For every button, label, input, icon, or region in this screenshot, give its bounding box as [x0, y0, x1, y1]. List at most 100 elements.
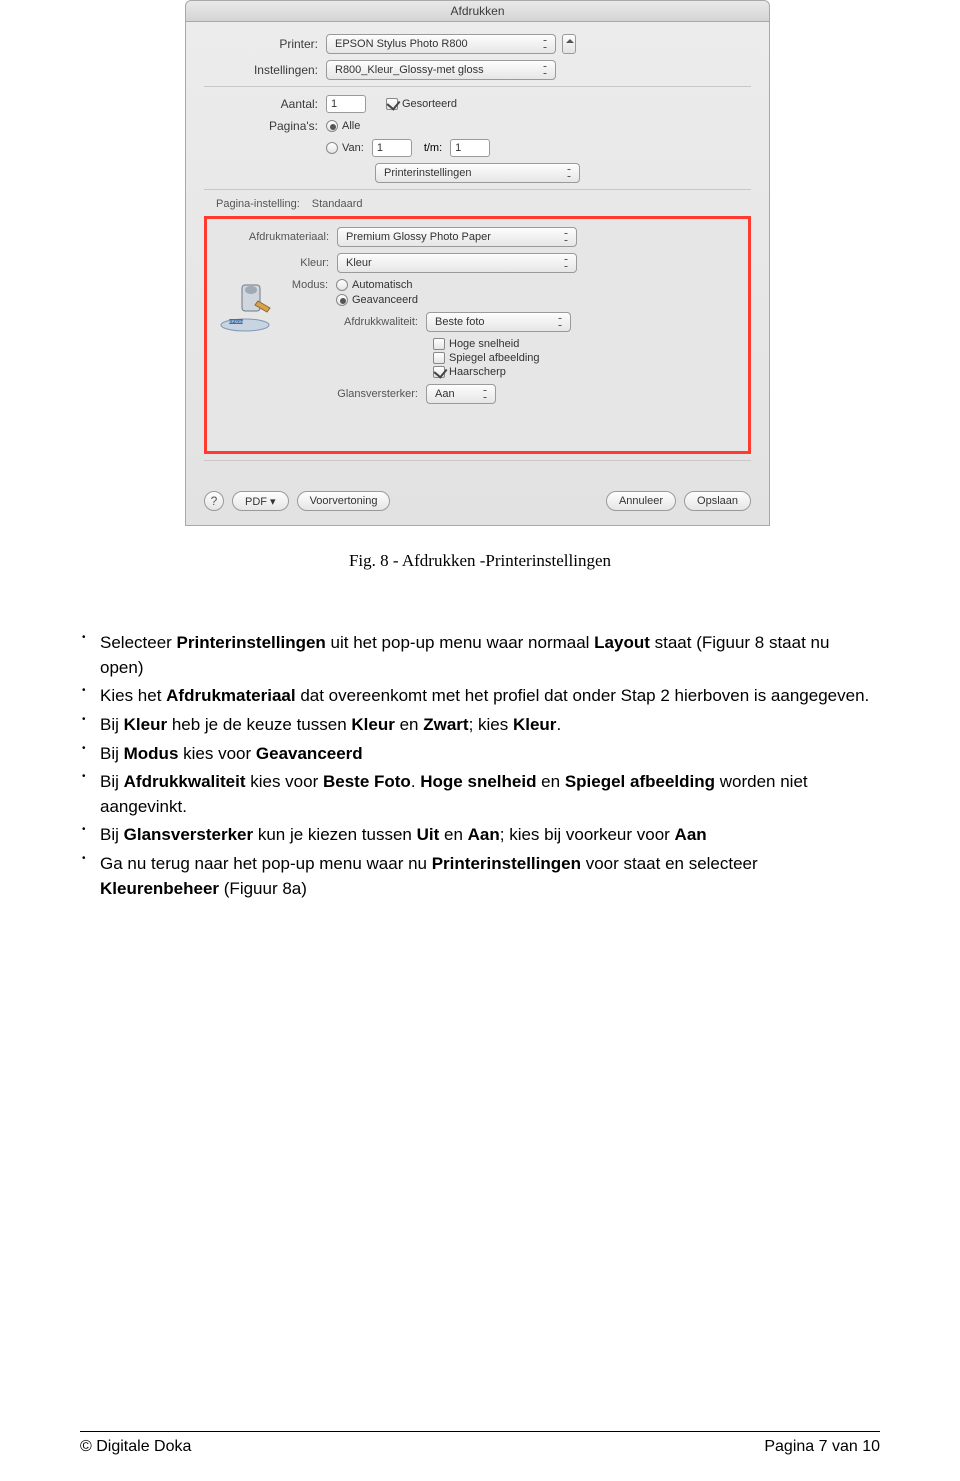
highspeed-label: Hoge snelheid — [449, 338, 519, 350]
dialog-title: Afdrukken — [450, 4, 504, 18]
pages-all-radio[interactable]: Alle — [326, 120, 360, 132]
gloss-value: Aan — [435, 388, 455, 400]
mirror-label: Spiegel afbeelding — [449, 352, 540, 364]
list-item: Ga nu terug naar het pop-up menu waar nu… — [100, 852, 875, 901]
t: en — [439, 825, 467, 844]
mirror-checkbox[interactable]: Spiegel afbeelding — [433, 352, 540, 364]
list-item: Bij Glansversterker kun je kiezen tussen… — [100, 823, 875, 848]
preview-button[interactable]: Voorvertoning — [297, 491, 391, 511]
figure-caption: Fig. 8 - Afdrukken -Printerinstellingen — [40, 551, 920, 571]
cancel-label: Annuleer — [619, 495, 663, 507]
t: Modus — [124, 744, 179, 763]
t: Afdrukkwaliteit — [124, 772, 246, 791]
settings-value: R800_Kleur_Glossy-met gloss — [335, 64, 484, 76]
section-popup[interactable]: Printerinstellingen — [375, 163, 580, 183]
t: Bij — [100, 715, 124, 734]
printer-value: EPSON Stylus Photo R800 — [335, 38, 468, 50]
t: kies voor — [245, 772, 322, 791]
radio-icon — [336, 279, 348, 291]
quality-popup[interactable]: Beste foto — [426, 312, 571, 332]
settings-popup[interactable]: R800_Kleur_Glossy-met gloss — [326, 60, 556, 80]
radio-icon — [336, 294, 348, 306]
highlight-panel: Afdrukmateriaal: Premium Glossy Photo Pa… — [204, 216, 751, 454]
from-input[interactable]: 1 — [372, 139, 412, 157]
to-label: t/m: — [424, 142, 442, 154]
t: Kleur — [124, 715, 167, 734]
t: en — [395, 715, 423, 734]
color-label: Kleur: — [217, 257, 337, 269]
check-icon — [433, 338, 445, 350]
t: Kleur — [513, 715, 556, 734]
mode-adv-radio[interactable]: Geavanceerd — [336, 294, 418, 306]
t: heb je de keuze tussen — [167, 715, 351, 734]
instruction-list: Selecteer Printerinstellingen uit het po… — [40, 631, 920, 901]
t: Bij — [100, 744, 124, 763]
save-button[interactable]: Opslaan — [684, 491, 751, 511]
t: (Figuur 8a) — [219, 879, 307, 898]
check-icon — [433, 352, 445, 364]
t: . — [411, 772, 420, 791]
list-item: Kies het Afdrukmateriaal dat overeenkomt… — [100, 684, 875, 709]
footer-left: © Digitale Doka — [80, 1438, 191, 1456]
section-value: Printerinstellingen — [384, 167, 471, 179]
t: Zwart — [423, 715, 468, 734]
cancel-button[interactable]: Annuleer — [606, 491, 676, 511]
page-footer: © Digitale Doka Pagina 7 van 10 — [80, 1431, 880, 1456]
count-value: 1 — [331, 98, 337, 110]
t: Glansversterker — [124, 825, 253, 844]
printer-popup[interactable]: EPSON Stylus Photo R800 — [326, 34, 556, 54]
t: uit het pop-up menu waar normaal — [326, 633, 594, 652]
preview-label: Voorvertoning — [310, 495, 378, 507]
radio-icon — [326, 120, 338, 132]
print-dialog: Afdrukken Printer: EPSON Stylus Photo R8… — [185, 0, 770, 526]
t: Printerinstellingen — [177, 633, 326, 652]
gloss-label: Glansversterker: — [281, 388, 426, 400]
count-input[interactable]: 1 — [326, 95, 366, 113]
t: voor staat en selecteer — [581, 854, 758, 873]
t: Afdrukmateriaal — [166, 686, 295, 705]
dialog-body: Printer: EPSON Stylus Photo R800 Instell… — [185, 22, 770, 526]
gloss-popup[interactable]: Aan — [426, 384, 496, 404]
material-label: Afdrukmateriaal: — [217, 231, 337, 243]
pages-from-label: Van: — [342, 142, 364, 154]
material-popup[interactable]: Premium Glossy Photo Paper — [337, 227, 577, 247]
sorted-checkbox[interactable]: Gesorteerd — [386, 98, 457, 110]
t: dat overeenkomt met het profiel dat onde… — [296, 686, 870, 705]
list-item: Bij Afdrukkwaliteit kies voor Beste Foto… — [100, 770, 875, 819]
highspeed-checkbox[interactable]: Hoge snelheid — [433, 338, 519, 350]
t: Ga nu terug naar het pop-up menu waar nu — [100, 854, 432, 873]
t: Spiegel afbeelding — [565, 772, 715, 791]
t: Beste Foto — [323, 772, 411, 791]
printer-status-button[interactable] — [562, 34, 576, 54]
help-button[interactable]: ? — [204, 491, 224, 511]
count-label: Aantal: — [204, 97, 326, 111]
sharp-checkbox[interactable]: Haarscherp — [433, 366, 506, 378]
sorted-label: Gesorteerd — [402, 98, 457, 110]
page-setup-label: Pagina-instelling: — [216, 198, 306, 210]
pdf-button[interactable]: PDF ▾ — [232, 491, 289, 511]
t: Aan — [675, 825, 707, 844]
mode-auto-radio[interactable]: Automatisch — [336, 279, 413, 291]
t: en — [536, 772, 564, 791]
t: kun je kiezen tussen — [253, 825, 416, 844]
t: ; kies bij voorkeur voor — [500, 825, 675, 844]
color-popup[interactable]: Kleur — [337, 253, 577, 273]
pages-label: Pagina's: — [204, 119, 326, 133]
quality-label: Afdrukkwaliteit: — [281, 316, 426, 328]
pages-from-radio[interactable]: Van: — [326, 142, 364, 154]
t: Hoge snelheid — [420, 772, 536, 791]
t: Kleurenbeheer — [100, 879, 219, 898]
mode-adv-label: Geavanceerd — [352, 294, 418, 306]
t: Bij — [100, 825, 124, 844]
t: Uit — [417, 825, 440, 844]
material-value: Premium Glossy Photo Paper — [346, 231, 491, 243]
to-input[interactable]: 1 — [450, 139, 490, 157]
footer-right: Pagina 7 van 10 — [764, 1438, 880, 1456]
t: . — [556, 715, 561, 734]
printer-label: Printer: — [204, 37, 326, 51]
t: kies voor — [178, 744, 255, 763]
mode-label: Modus: — [281, 279, 336, 291]
t: Printerinstellingen — [432, 854, 581, 873]
settings-label: Instellingen: — [204, 63, 326, 77]
t: Bij — [100, 772, 124, 791]
